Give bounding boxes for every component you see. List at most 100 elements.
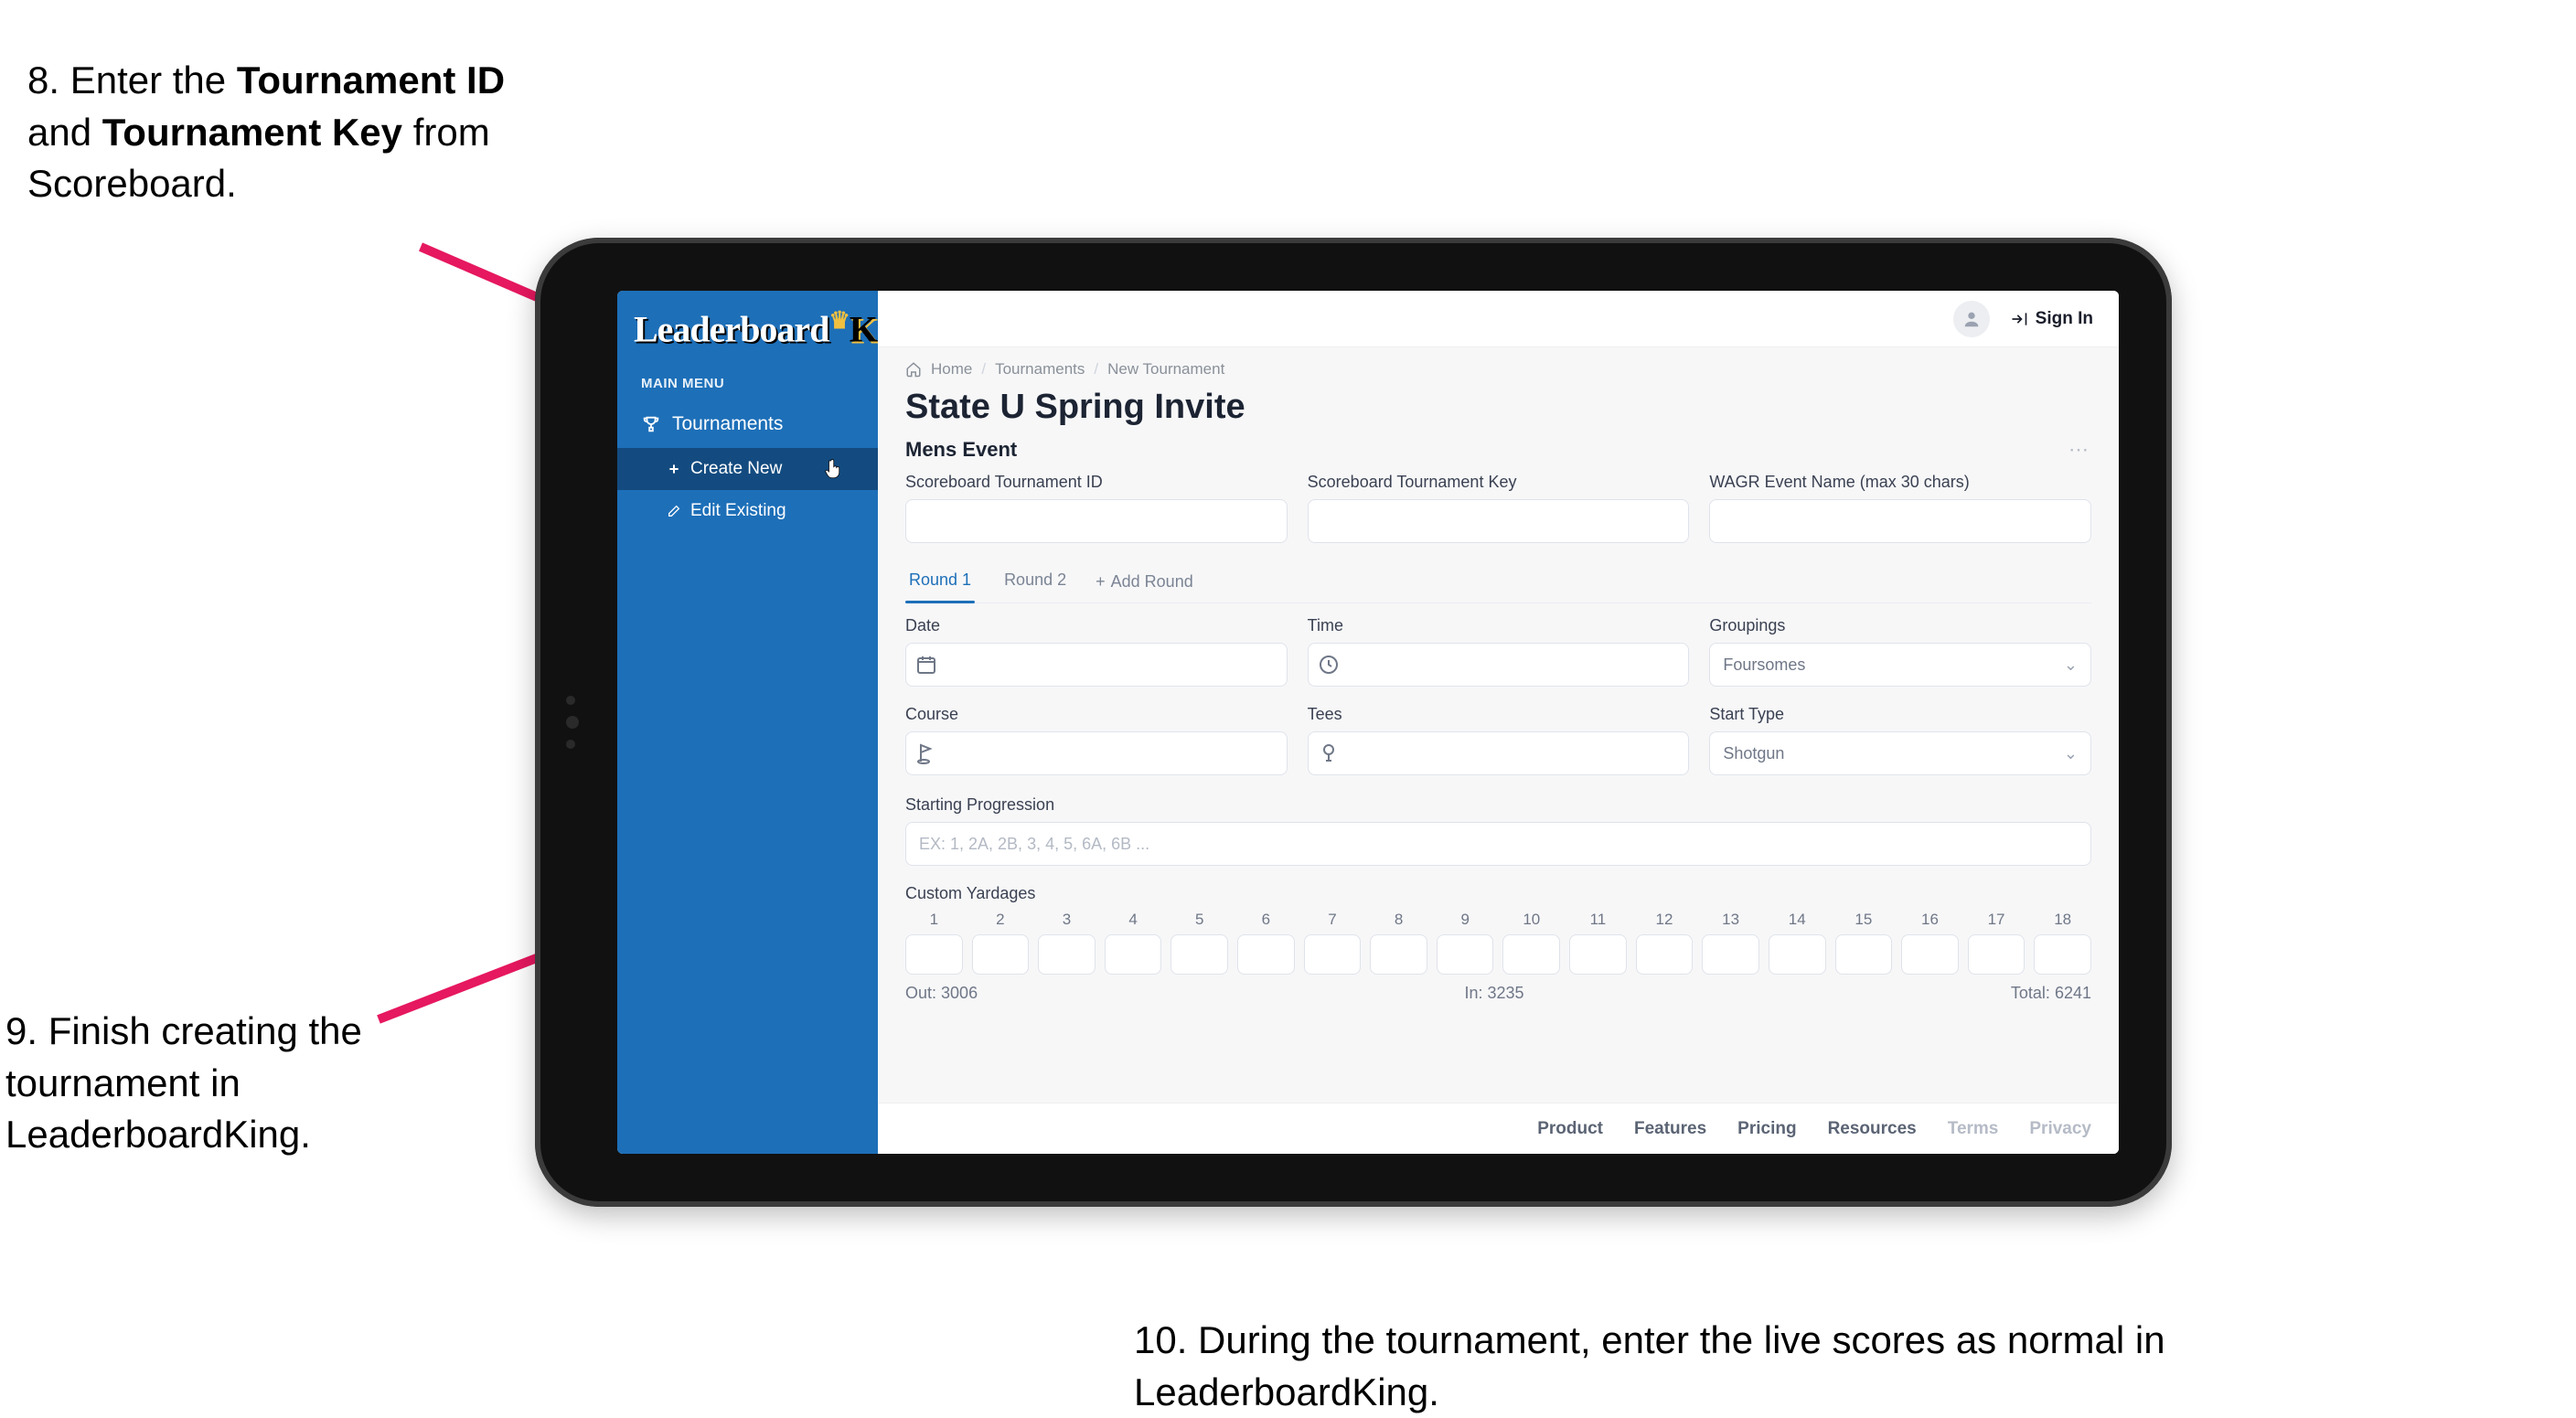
section-header: Mens Event ⋯ xyxy=(905,438,2091,462)
hole-number: 14 xyxy=(1769,911,1826,929)
edit-icon xyxy=(667,504,681,518)
yardage-cell: 16 xyxy=(1901,911,1959,975)
breadcrumb-tournaments[interactable]: Tournaments xyxy=(995,360,1085,378)
hole-number: 6 xyxy=(1237,911,1295,929)
yardage-cell: 7 xyxy=(1304,911,1362,975)
footer-link-resources[interactable]: Resources xyxy=(1828,1119,1917,1139)
yardage-input[interactable] xyxy=(905,934,963,975)
label-start-type: Start Type xyxy=(1709,705,2091,724)
topbar: Sign In xyxy=(878,291,2119,347)
yardage-cell: 4 xyxy=(1105,911,1162,975)
label-course: Course xyxy=(905,705,1288,724)
yardage-cell: 6 xyxy=(1237,911,1295,975)
tee-icon xyxy=(1317,741,1341,765)
home-icon[interactable] xyxy=(905,361,922,378)
input-starting-progression[interactable] xyxy=(905,822,2091,866)
hole-number: 11 xyxy=(1569,911,1627,929)
yardage-cell: 12 xyxy=(1636,911,1694,975)
yardage-input[interactable] xyxy=(1237,934,1295,975)
label-sb-id: Scoreboard Tournament ID xyxy=(905,473,1288,492)
footer-link-terms[interactable]: Terms xyxy=(1948,1119,1999,1139)
yardage-input[interactable] xyxy=(1502,934,1560,975)
calendar-icon xyxy=(914,653,938,677)
yardage-cell: 13 xyxy=(1702,911,1759,975)
tab-round-1[interactable]: Round 1 xyxy=(905,561,975,602)
breadcrumb-home[interactable]: Home xyxy=(931,360,972,378)
footer-link-product[interactable]: Product xyxy=(1537,1119,1603,1139)
sidebar-subitem-create-new[interactable]: Create New xyxy=(617,448,878,490)
yardage-cell: 18 xyxy=(2034,911,2091,975)
rounds-tabs: Round 1 Round 2 + Add Round xyxy=(905,561,2091,603)
footer-link-pricing[interactable]: Pricing xyxy=(1737,1119,1796,1139)
select-value: Shotgun xyxy=(1723,744,1784,763)
input-time[interactable] xyxy=(1308,643,1690,687)
sidebar-subitem-edit-existing[interactable]: Edit Existing xyxy=(617,490,878,532)
yardage-cell: 14 xyxy=(1769,911,1826,975)
select-groupings[interactable]: Foursomes ⌄ xyxy=(1709,643,2091,687)
chevron-down-icon: ⌄ xyxy=(2064,744,2078,763)
section-title: Mens Event xyxy=(905,438,1017,462)
round-row-1: Date Time xyxy=(905,616,2091,687)
yardage-cell: 2 xyxy=(972,911,1030,975)
sidebar-item-label: Tournaments xyxy=(672,413,783,435)
crown-icon: ♛ xyxy=(828,307,849,334)
select-start-type[interactable]: Shotgun ⌄ xyxy=(1709,731,2091,775)
yardage-input[interactable] xyxy=(972,934,1030,975)
id-key-row: Scoreboard Tournament ID Scoreboard Tour… xyxy=(905,473,2091,543)
hole-number: 9 xyxy=(1437,911,1494,929)
input-tees[interactable] xyxy=(1308,731,1690,775)
yardage-input[interactable] xyxy=(1569,934,1627,975)
yardage-input[interactable] xyxy=(1702,934,1759,975)
instruction-step-8: 8. Enter the Tournament ID and Tournamen… xyxy=(27,55,540,210)
add-round-button[interactable]: + Add Round xyxy=(1096,572,1193,592)
yardage-input[interactable] xyxy=(1370,934,1427,975)
input-wagr[interactable] xyxy=(1709,499,2091,543)
input-course[interactable] xyxy=(905,731,1288,775)
footer-link-privacy[interactable]: Privacy xyxy=(2029,1119,2091,1139)
yardage-cell: 10 xyxy=(1502,911,1560,975)
tab-round-2[interactable]: Round 2 xyxy=(1000,561,1070,602)
yardage-cell: 15 xyxy=(1835,911,1893,975)
hole-number: 3 xyxy=(1038,911,1096,929)
breadcrumb-separator: / xyxy=(981,360,986,378)
cursor-hand-icon xyxy=(825,459,841,485)
plus-icon: + xyxy=(1096,572,1106,592)
footer-nav: Product Features Pricing Resources Terms… xyxy=(878,1103,2119,1154)
flag-icon xyxy=(914,741,938,765)
input-date[interactable] xyxy=(905,643,1288,687)
hole-number: 4 xyxy=(1105,911,1162,929)
round-row-2: Course Tees xyxy=(905,705,2091,775)
yardage-input[interactable] xyxy=(1105,934,1162,975)
plus-icon xyxy=(667,462,681,476)
yardage-input[interactable] xyxy=(1769,934,1826,975)
hole-number: 15 xyxy=(1835,911,1893,929)
footer-link-features[interactable]: Features xyxy=(1634,1119,1706,1139)
yardage-input[interactable] xyxy=(1636,934,1694,975)
label-tees: Tees xyxy=(1308,705,1690,724)
signin-button[interactable]: Sign In xyxy=(2010,309,2093,329)
instruction-step-9: 9. Finish creating the tournament in Lea… xyxy=(5,1006,417,1161)
yardage-input[interactable] xyxy=(1304,934,1362,975)
yardage-input[interactable] xyxy=(1437,934,1494,975)
yardage-input[interactable] xyxy=(1835,934,1893,975)
yardage-cell: 5 xyxy=(1170,911,1228,975)
input-sb-key[interactable] xyxy=(1308,499,1690,543)
more-menu-icon[interactable]: ⋯ xyxy=(2068,438,2091,462)
user-icon xyxy=(1961,309,1982,329)
input-sb-id[interactable] xyxy=(905,499,1288,543)
sidebar-item-tournaments[interactable]: Tournaments xyxy=(617,400,878,448)
yardage-input[interactable] xyxy=(1901,934,1959,975)
hole-number: 13 xyxy=(1702,911,1759,929)
instruction-step-10: 10. During the tournament, enter the liv… xyxy=(1134,1315,2231,1418)
yardage-input[interactable] xyxy=(1170,934,1228,975)
label-starting-progression: Starting Progression xyxy=(905,795,2091,815)
yardage-input[interactable] xyxy=(1038,934,1096,975)
sidebar-subitem-label: Create New xyxy=(690,459,782,479)
tablet-side-buttons xyxy=(566,696,579,749)
yardage-input[interactable] xyxy=(1968,934,2026,975)
menu-section-label: MAIN MENU xyxy=(617,359,878,400)
breadcrumb-separator: / xyxy=(1094,360,1098,378)
label-date: Date xyxy=(905,616,1288,635)
yardage-input[interactable] xyxy=(2034,934,2091,975)
avatar[interactable] xyxy=(1953,301,1990,337)
